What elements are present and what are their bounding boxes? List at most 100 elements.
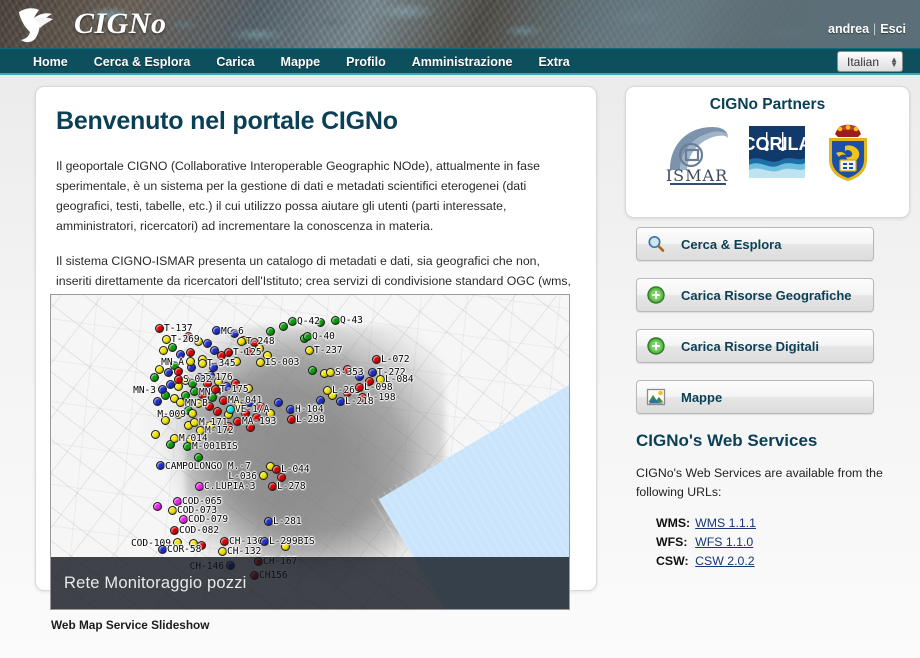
map-point[interactable] — [287, 415, 296, 424]
map-point[interactable] — [264, 517, 273, 526]
map-point[interactable] — [195, 482, 204, 491]
map-point[interactable] — [188, 409, 197, 418]
map-point[interactable] — [260, 537, 269, 546]
map-point[interactable] — [186, 357, 195, 366]
nav-item-profilo[interactable]: Profilo — [333, 49, 399, 74]
map-point[interactable] — [259, 471, 268, 480]
wfs-label: WFS: — [656, 534, 688, 549]
map-point-label: M-001BIS — [192, 441, 238, 452]
map-point[interactable] — [224, 348, 233, 357]
nav-item-carica[interactable]: Carica — [203, 49, 267, 74]
map-point[interactable] — [256, 358, 265, 367]
map-point[interactable] — [220, 537, 229, 546]
map-point[interactable] — [226, 405, 235, 414]
map-point[interactable] — [331, 316, 340, 325]
map-point[interactable] — [158, 545, 167, 554]
csw-link[interactable]: CSW 2.0.2 — [695, 554, 754, 568]
map-point[interactable] — [179, 515, 188, 524]
map-point[interactable] — [176, 398, 185, 407]
partners-panel: CIGNo Partners ISMAR CORILA — [625, 86, 910, 218]
map-point[interactable] — [219, 396, 228, 405]
map-point[interactable] — [183, 442, 192, 451]
sidebar-button-label: Mappe — [681, 389, 723, 405]
map-point[interactable] — [153, 502, 162, 511]
nav-item-extra[interactable]: Extra — [525, 49, 582, 74]
sidebar-button-mappe[interactable]: Mappe — [636, 380, 874, 414]
wms-label: WMS: — [656, 516, 691, 531]
map-point[interactable] — [190, 387, 199, 396]
map-point[interactable] — [272, 465, 281, 474]
map-point[interactable] — [174, 375, 183, 384]
language-selector[interactable]: Italian ▲ ▼ — [837, 51, 903, 72]
nav-item-cerca-esplora[interactable]: Cerca & Esplora — [81, 49, 204, 74]
map-point[interactable] — [168, 506, 177, 515]
map-point[interactable] — [372, 355, 381, 364]
map-point[interactable] — [198, 359, 207, 368]
map-point-label: L-278 — [277, 481, 306, 492]
map-point[interactable] — [212, 326, 221, 335]
sidebar-button-label: Cerca & Esplora — [681, 236, 782, 252]
map-image-icon — [646, 388, 666, 406]
map-point[interactable] — [158, 385, 167, 394]
wms-link[interactable]: WMS 1.1.1 — [695, 516, 756, 530]
map-point[interactable] — [170, 526, 179, 535]
site-logo[interactable]: CIGNo — [16, 2, 167, 46]
map-point[interactable] — [286, 405, 295, 414]
nav-item-mappe[interactable]: Mappe — [268, 49, 334, 74]
map-point-label: T-269 — [171, 334, 200, 345]
map-point[interactable] — [323, 386, 332, 395]
map-point[interactable] — [164, 368, 173, 377]
map-point[interactable] — [326, 368, 335, 377]
page-root: CIGNo andrea | Esci Home Cerca & Esplora C… — [0, 0, 920, 658]
map-point[interactable] — [153, 397, 162, 406]
comune-venezia-logo[interactable] — [824, 124, 872, 182]
map-point[interactable] — [186, 348, 195, 357]
sidebar-button-cerca-esplora[interactable]: Cerca & Esplora — [636, 227, 874, 261]
nav-item-home[interactable]: Home — [20, 49, 81, 74]
map-point[interactable] — [288, 317, 297, 326]
corila-logo[interactable]: CORILA — [748, 124, 806, 180]
map-point[interactable] — [368, 368, 377, 377]
account-separator: | — [873, 22, 877, 36]
map-point[interactable] — [355, 383, 364, 392]
ismar-logo[interactable]: ISMAR — [664, 124, 730, 186]
map-point[interactable] — [170, 434, 179, 443]
map-point[interactable] — [151, 430, 160, 439]
map-point[interactable] — [237, 337, 246, 346]
table-row: CSW: CSW 2.0.2 — [656, 553, 756, 572]
map-point[interactable] — [213, 407, 222, 416]
webservices-table: WMS: WMS 1.1.1 WFS: WFS 1.1.0 CSW: CSW 2… — [656, 515, 756, 571]
map-slideshow[interactable]: T-137 T-269 MC-6 Q-42 Q-43 Q-40 T-248 T-237 T-12… — [50, 294, 570, 610]
map-point[interactable] — [155, 324, 164, 333]
map-point-label: COD-079 — [188, 514, 229, 525]
map-point[interactable] — [162, 335, 171, 344]
map-point-label: COR-58 — [167, 544, 202, 555]
sidebar-button-carica-risorse-digitali[interactable]: Carica Risorse Digitali — [636, 329, 874, 363]
sidebar-button-label: Carica Risorse Geografiche — [681, 287, 852, 303]
map-point[interactable] — [150, 373, 159, 382]
username-link[interactable]: andrea — [828, 22, 869, 36]
swan-icon — [19, 8, 53, 43]
map-point[interactable] — [308, 366, 317, 375]
logout-link[interactable]: Esci — [880, 22, 906, 36]
map-point[interactable] — [266, 327, 275, 336]
map-point[interactable] — [303, 332, 312, 341]
map-point[interactable] — [233, 417, 242, 426]
map-point[interactable] — [279, 322, 288, 331]
sidebar-button-carica-risorse-geografiche[interactable]: Carica Risorse Geografiche — [636, 278, 874, 312]
webservices-title: CIGNo's Web Services — [636, 431, 818, 450]
map-point[interactable] — [336, 397, 345, 406]
wfs-link[interactable]: WFS 1.1.0 — [695, 535, 753, 549]
map-point[interactable] — [274, 398, 283, 407]
map-point[interactable] — [305, 346, 314, 355]
map-point[interactable] — [211, 385, 220, 394]
map-point[interactable] — [218, 547, 227, 556]
map-point[interactable] — [156, 461, 165, 470]
map-point[interactable] — [268, 482, 277, 491]
map-point-label: L-281 — [273, 516, 302, 527]
map-point-label: VE-1/A — [235, 404, 270, 415]
nav-item-amministrazione[interactable]: Amministrazione — [399, 49, 526, 74]
welcome-panel: Benvenuto nel portale CIGNo Il geoportal… — [35, 86, 597, 632]
map-point[interactable] — [159, 346, 168, 355]
map-point-label: L-044 — [281, 464, 310, 475]
